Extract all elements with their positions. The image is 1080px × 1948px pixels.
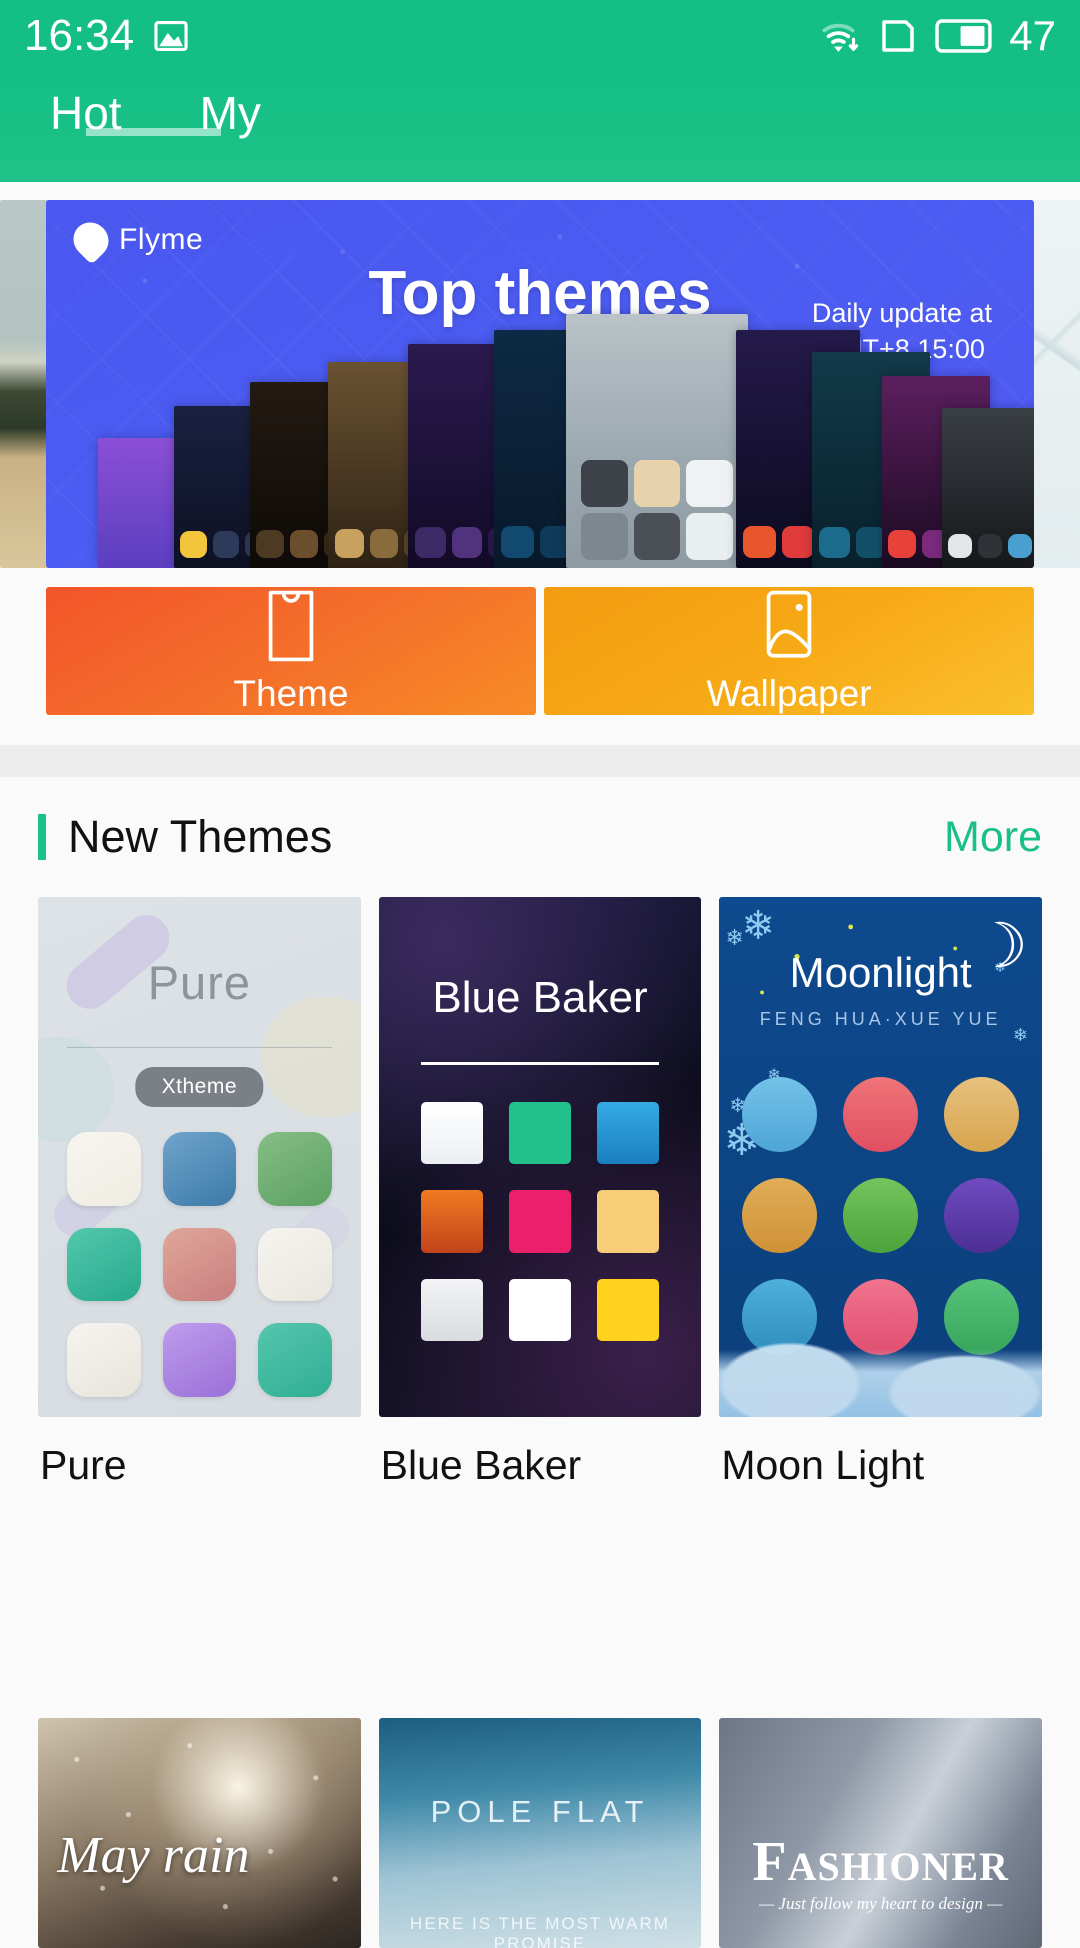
blue-baker-preview-title: Blue Baker [432, 973, 648, 1022]
app-icon [597, 1102, 660, 1165]
wallpaper-title: FASHIONER [719, 1830, 1042, 1894]
tab-bar: Hot My [0, 72, 1080, 182]
app-icon [162, 1323, 237, 1397]
status-bar: 16:34 47 [0, 0, 1080, 72]
theme-name: Pure [40, 1442, 127, 1488]
section-divider [0, 745, 1080, 777]
battery-percent: 47 [1009, 12, 1056, 59]
app-icon [597, 1190, 660, 1253]
tab-my-label: My [199, 87, 261, 139]
quick-action-tiles: Theme Wallpaper [46, 587, 1034, 715]
app-icon [67, 1132, 141, 1206]
fan-card-10 [942, 408, 1034, 568]
wallpaper-card-fashioner[interactable]: FASHIONER — Just follow my heart to desi… [719, 1718, 1042, 1948]
blue-baker-icon-grid [420, 1102, 660, 1341]
wifi-download-icon [822, 23, 859, 52]
new-themes-header: New Themes More [0, 777, 1080, 897]
section-title: New Themes [68, 811, 333, 862]
app-icon [508, 1278, 572, 1341]
app-icon [843, 1077, 919, 1153]
app-icon [843, 1279, 919, 1355]
status-clock: 16:34 [24, 11, 135, 60]
snowflake-icon: ❄ [725, 925, 744, 950]
app-icon [741, 1279, 818, 1355]
blue-baker-divider [420, 1062, 660, 1065]
battery-icon [935, 19, 992, 53]
star-dot: ● [847, 921, 854, 933]
moonlight-preview-title: Moonlight [789, 949, 972, 996]
theme-card-blue-baker[interactable]: Blue Baker Blue Baker [378, 897, 702, 1488]
theme-name: Moon Light [721, 1442, 925, 1488]
app-icon [67, 1227, 141, 1302]
pure-blob-3 [38, 1037, 114, 1142]
picture-icon [766, 590, 812, 658]
app-icon [843, 1178, 919, 1254]
flyme-logo-label: Flyme [119, 223, 204, 256]
section-accent-bar [38, 814, 46, 860]
banner-update-note-line1: Daily update at [811, 298, 992, 328]
pure-icon-grid [67, 1132, 332, 1397]
sim-card-icon [882, 20, 915, 52]
theme-tile-button[interactable]: Theme [46, 587, 536, 715]
status-bar-right: 47 [819, 15, 1056, 57]
app-icon [597, 1278, 660, 1341]
app-icon [420, 1190, 483, 1253]
tab-my[interactable]: My [200, 72, 261, 136]
app-icon [741, 1077, 818, 1153]
moonlight-preview-subtitle: FENG HUA·XUE YUE [759, 1009, 1002, 1029]
pure-blob-2 [260, 997, 361, 1117]
flyme-logo: Flyme [66, 215, 204, 265]
wallpaper-subtitle: HERE IS THE MOST WARM PROMISE [410, 1914, 670, 1948]
app-icon [162, 1132, 237, 1206]
tab-hot[interactable]: Hot [50, 72, 221, 136]
theme-card-pure[interactable]: Pure Xtheme Pure [38, 897, 361, 1488]
theme-preview-moon-light: ❄ ❄ ❄ ❄ ❄ ❄ ❄ ● ● ● ● ☽ Moonlight FENG H… [719, 897, 1042, 1417]
theme-preview-pure: Pure Xtheme [38, 897, 361, 1417]
status-bar-left: 16:34 [24, 14, 190, 58]
app-icon [508, 1102, 572, 1165]
app-icon [508, 1190, 572, 1253]
theme-grid: Pure Xtheme Pure Blue Baker Blue Baker ❄… [0, 897, 1080, 1488]
pure-preview-title: Pure [147, 956, 251, 1009]
app-icon [67, 1323, 141, 1397]
theme-tile-label: Theme [233, 673, 349, 714]
wallpaper-card-pole-flat[interactable]: POLE FLAT HERE IS THE MOST WARM PROMISE [378, 1718, 702, 1948]
fan-card-center-gentleman [566, 314, 748, 568]
tab-list: Hot My [0, 72, 1080, 182]
wallpaper-card-may-rain[interactable]: May rain [38, 1718, 361, 1948]
wallpaper-subtitle: — Just follow my heart to design — [759, 1894, 1003, 1913]
banner-theme-fan [46, 314, 1034, 568]
app-icon [741, 1178, 818, 1254]
snowflake-icon: ❄ [741, 904, 775, 948]
pure-badge: Xtheme [135, 1067, 264, 1107]
wallpaper-title: POLE FLAT [430, 1794, 650, 1829]
tshirt-icon [268, 590, 314, 662]
moonlight-icon-grid [741, 1077, 1020, 1355]
app-icon [258, 1132, 332, 1206]
wallpaper-title-first-letter: F [752, 1831, 788, 1893]
wallpaper-title: May rain [57, 1827, 250, 1884]
wallpaper-title-rest: ASHIONER [787, 1844, 1009, 1889]
image-icon [154, 20, 188, 52]
app-icon [420, 1278, 483, 1341]
banner-slide-top-themes[interactable]: Flyme Top themes Daily update at GMT+8 1… [46, 200, 1034, 568]
wallpaper-tile-button[interactable]: Wallpaper [544, 587, 1034, 715]
new-themes-section: New Themes More Pure Xtheme Pure Blue Ba… [0, 777, 1080, 1489]
app-icon [944, 1279, 1020, 1355]
app-icon [162, 1227, 237, 1302]
app-icon [258, 1227, 332, 1302]
wallpaper-tile-label: Wallpaper [706, 673, 872, 714]
theme-card-moon-light[interactable]: ❄ ❄ ❄ ❄ ❄ ❄ ❄ ● ● ● ● ☽ Moonlight FENG H… [719, 897, 1042, 1488]
pure-divider [67, 1047, 332, 1048]
theme-name: Blue Baker [380, 1442, 582, 1488]
theme-preview-blue-baker: Blue Baker [378, 897, 702, 1417]
app-icon [944, 1178, 1020, 1254]
more-link[interactable]: More [944, 813, 1042, 862]
wallpaper-grid: May rain POLE FLAT HERE IS THE MOST WARM… [38, 1718, 1042, 1948]
app-icon [258, 1323, 332, 1397]
app-icon [420, 1102, 483, 1165]
app-icon [944, 1077, 1020, 1153]
banner-carousel[interactable]: Flyme Top themes Daily update at GMT+8 1… [0, 182, 1080, 582]
